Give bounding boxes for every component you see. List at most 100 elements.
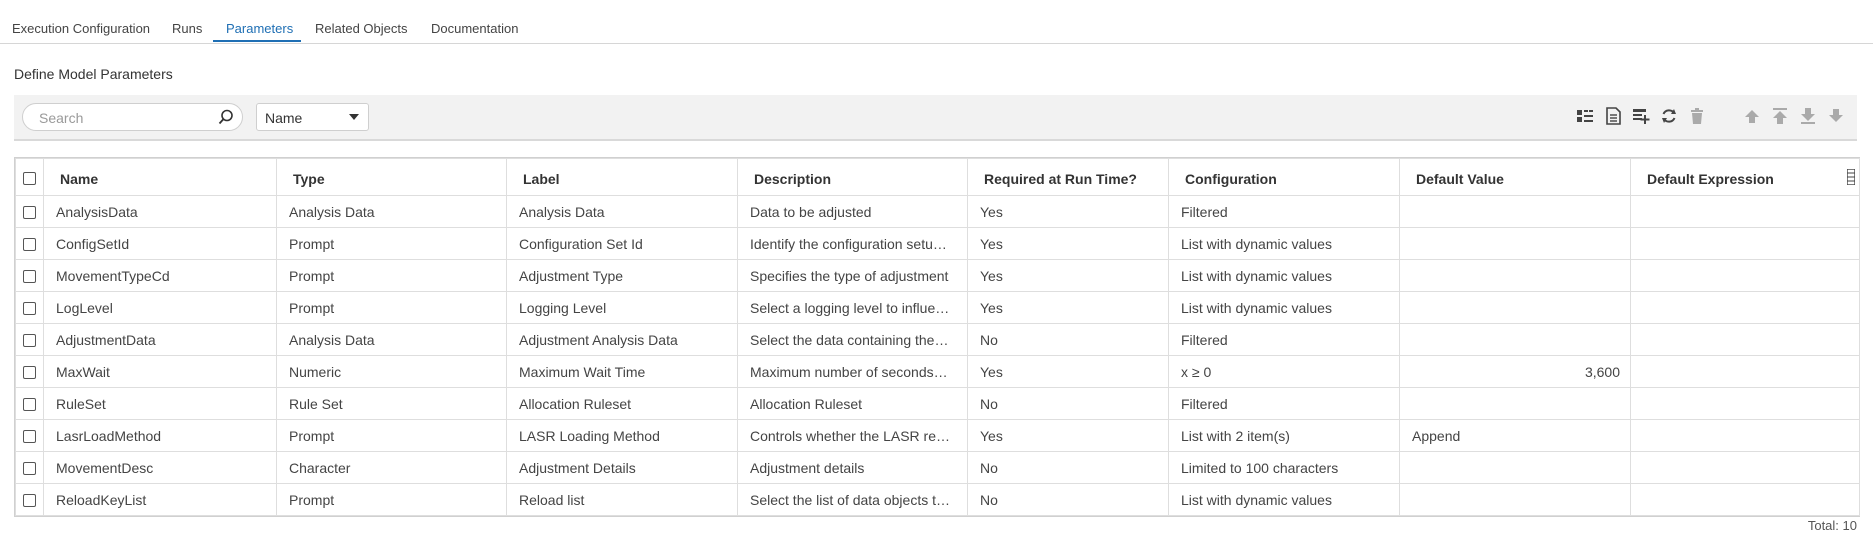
tab-related-objects[interactable]: Related Objects — [315, 21, 408, 36]
cell-configuration: List with dynamic values — [1168, 227, 1400, 260]
row-checkbox-cell[interactable] — [15, 451, 44, 484]
row-checkbox[interactable] — [23, 462, 36, 476]
column-header-default-value[interactable]: Default Value — [1399, 158, 1631, 196]
cell-label: Logging Level — [506, 291, 738, 324]
toolbar: Search Name — [14, 95, 1857, 141]
move-top-icon[interactable] — [1771, 107, 1789, 125]
search-icon[interactable] — [218, 109, 234, 130]
cell-default-value — [1399, 259, 1631, 292]
columns-icon[interactable] — [1576, 107, 1594, 125]
cell-configuration: Filtered — [1168, 195, 1400, 228]
filter-select-value: Name — [265, 110, 303, 126]
cell-type: Prompt — [276, 227, 507, 260]
cell-configuration: List with dynamic values — [1168, 259, 1400, 292]
row-checkbox-cell[interactable] — [15, 323, 44, 356]
tab-documentation[interactable]: Documentation — [431, 21, 518, 36]
row-checkbox[interactable] — [23, 238, 36, 252]
refresh-icon[interactable] — [1660, 107, 1678, 125]
move-up-icon[interactable] — [1743, 107, 1761, 125]
row-checkbox-cell[interactable] — [15, 419, 44, 452]
tab-runs[interactable]: Runs — [172, 21, 202, 36]
row-checkbox[interactable] — [23, 398, 36, 412]
cell-configuration: Filtered — [1168, 323, 1400, 356]
search-placeholder: Search — [39, 110, 84, 126]
row-checkbox[interactable] — [23, 494, 36, 508]
cell-description: Identify the configuration setu… — [737, 227, 968, 260]
cell-default-expression — [1630, 259, 1860, 292]
cell-description: Maximum number of seconds… — [737, 355, 968, 388]
row-checkbox-cell[interactable] — [15, 195, 44, 228]
row-checkbox-cell[interactable] — [15, 355, 44, 388]
cell-description: Data to be adjusted — [737, 195, 968, 228]
chevron-down-icon — [349, 114, 359, 120]
row-checkbox-cell[interactable] — [15, 483, 44, 516]
document-icon[interactable] — [1604, 107, 1622, 125]
add-row-icon[interactable] — [1632, 107, 1650, 125]
row-checkbox[interactable] — [23, 334, 36, 348]
table-row[interactable]: LogLevel Prompt Logging Level Select a l… — [15, 291, 1860, 324]
cell-label: Analysis Data — [506, 195, 738, 228]
table-row[interactable]: MaxWait Numeric Maximum Wait Time Maximu… — [15, 355, 1860, 388]
table-row[interactable]: MovementTypeCd Prompt Adjustment Type Sp… — [15, 259, 1860, 292]
cell-name: AnalysisData — [43, 195, 277, 228]
cell-required: Yes — [967, 291, 1169, 324]
table-row[interactable]: AdjustmentData Analysis Data Adjustment … — [15, 323, 1860, 356]
tab-execution-configuration[interactable]: Execution Configuration — [12, 21, 150, 36]
table-row[interactable]: ConfigSetId Prompt Configuration Set Id … — [15, 227, 1860, 260]
row-checkbox-cell[interactable] — [15, 227, 44, 260]
cell-label: Adjustment Type — [506, 259, 738, 292]
column-chooser-icon[interactable] — [1846, 168, 1856, 188]
cell-default-expression — [1630, 195, 1860, 228]
cell-default-expression — [1630, 419, 1860, 452]
move-bottom-icon[interactable] — [1799, 107, 1817, 125]
column-header-default-expression[interactable]: Default Expression — [1630, 158, 1860, 196]
row-checkbox[interactable] — [23, 270, 36, 284]
cell-type: Prompt — [276, 259, 507, 292]
column-header-label[interactable]: Label — [506, 158, 738, 196]
cell-name: RuleSet — [43, 387, 277, 420]
cell-name: MaxWait — [43, 355, 277, 388]
table-row[interactable]: ReloadKeyList Prompt Reload list Select … — [15, 483, 1860, 516]
row-checkbox-cell[interactable] — [15, 259, 44, 292]
row-checkbox-cell[interactable] — [15, 291, 44, 324]
column-header-default-expression-label: Default Expression — [1647, 171, 1774, 187]
cell-configuration: List with dynamic values — [1168, 483, 1400, 516]
table-row[interactable]: AnalysisData Analysis Data Analysis Data… — [15, 195, 1860, 228]
cell-required: Yes — [967, 195, 1169, 228]
cell-description: Adjustment details — [737, 451, 968, 484]
parameters-table: Name Type Label Description Required at … — [14, 157, 1860, 517]
table-row[interactable]: LasrLoadMethod Prompt LASR Loading Metho… — [15, 419, 1860, 452]
cell-configuration: List with dynamic values — [1168, 291, 1400, 324]
select-all-checkbox[interactable] — [23, 171, 36, 185]
row-checkbox[interactable] — [23, 366, 36, 380]
row-checkbox[interactable] — [23, 430, 36, 444]
column-header-name[interactable]: Name — [43, 158, 277, 196]
column-header-type[interactable]: Type — [276, 158, 507, 196]
cell-type: Analysis Data — [276, 323, 507, 356]
table-row[interactable]: MovementDesc Character Adjustment Detail… — [15, 451, 1860, 484]
column-header-description[interactable]: Description — [737, 158, 968, 196]
column-header-configuration[interactable]: Configuration — [1168, 158, 1400, 196]
table-header-row: Name Type Label Description Required at … — [15, 158, 1860, 196]
cell-required: Yes — [967, 227, 1169, 260]
search-input[interactable]: Search — [22, 103, 243, 131]
cell-name: LasrLoadMethod — [43, 419, 277, 452]
row-checkbox[interactable] — [23, 206, 36, 220]
tab-bar: Execution Configuration Runs Parameters … — [0, 0, 1873, 44]
row-checkbox[interactable] — [23, 302, 36, 316]
cell-default-expression — [1630, 323, 1860, 356]
table-row[interactable]: RuleSet Rule Set Allocation Ruleset Allo… — [15, 387, 1860, 420]
tab-parameters[interactable]: Parameters — [226, 21, 293, 36]
move-down-icon[interactable] — [1827, 107, 1845, 125]
cell-description: Select a logging level to influe… — [737, 291, 968, 324]
cell-configuration: List with 2 item(s) — [1168, 419, 1400, 452]
cell-name: AdjustmentData — [43, 323, 277, 356]
cell-label: Maximum Wait Time — [506, 355, 738, 388]
select-all-checkbox-cell[interactable] — [15, 158, 44, 196]
row-checkbox-cell[interactable] — [15, 387, 44, 420]
delete-icon[interactable] — [1688, 107, 1706, 125]
filter-select[interactable]: Name — [256, 103, 369, 131]
cell-label: Adjustment Details — [506, 451, 738, 484]
cell-required: No — [967, 323, 1169, 356]
column-header-required[interactable]: Required at Run Time? — [967, 158, 1169, 196]
